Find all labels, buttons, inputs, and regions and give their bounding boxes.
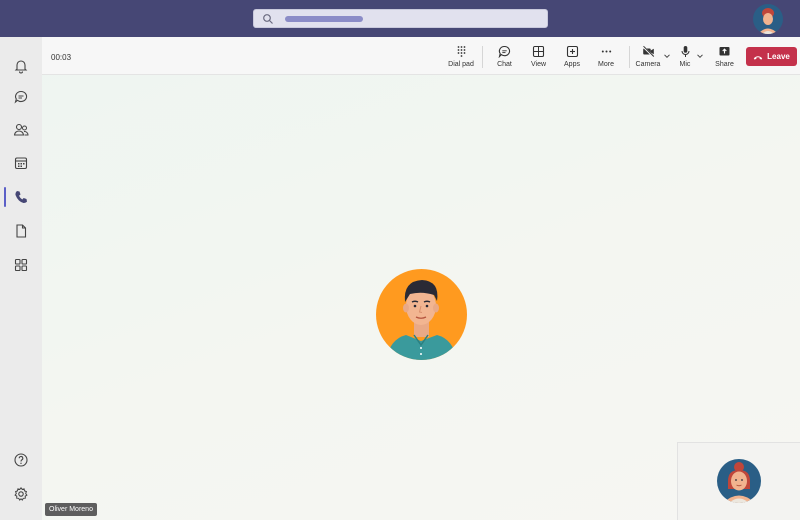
rail-item-calendar[interactable]: [0, 147, 42, 179]
app-rail: [0, 37, 42, 520]
apps-button[interactable]: Apps: [559, 41, 585, 71]
rail-item-files[interactable]: [0, 215, 42, 247]
profile-avatar[interactable]: [753, 4, 783, 34]
camera-label: Camera: [635, 61, 661, 68]
dialpad-label: Dial pad: [448, 61, 474, 68]
search-icon: [263, 14, 273, 24]
apps-label: Apps: [564, 61, 580, 68]
mic-label: Mic: [679, 61, 691, 68]
apps-icon: [14, 258, 28, 272]
dialpad-icon: [457, 46, 465, 57]
rail-item-teams[interactable]: [0, 114, 42, 146]
man-avatar-illustration-icon: [386, 280, 457, 360]
add-app-icon: [566, 45, 578, 58]
toolbar-divider: [629, 46, 630, 68]
chat-label: Chat: [497, 61, 512, 68]
calendar-icon: [14, 157, 28, 170]
rail-item-chat[interactable]: [0, 81, 42, 113]
people-icon: [13, 123, 29, 136]
help-icon: [14, 453, 28, 467]
view-button[interactable]: View: [526, 41, 551, 71]
settings-icon: [14, 486, 28, 501]
rail-item-settings[interactable]: [0, 478, 42, 510]
self-view-tile[interactable]: [677, 442, 800, 520]
woman-avatar-illustration-icon: [723, 462, 755, 503]
more-button[interactable]: More: [593, 41, 619, 71]
search-input[interactable]: [282, 11, 532, 27]
camera-button[interactable]: Camera: [634, 41, 662, 71]
remote-participant-avatar: [376, 269, 467, 360]
view-label: View: [530, 61, 547, 68]
bell-icon: [14, 60, 28, 74]
leave-button[interactable]: Leave: [746, 47, 797, 66]
chat-button[interactable]: Chat: [492, 41, 517, 71]
call-stage: 00:03 Dial pad Chat View Apps More Camer…: [42, 37, 800, 520]
self-avatar: [717, 459, 761, 503]
camera-off-icon: [641, 45, 654, 58]
file-icon: [16, 224, 27, 238]
rail-item-activity[interactable]: [0, 50, 42, 82]
rail-item-calls[interactable]: [0, 181, 42, 213]
call-toolbar: 00:03 Dial pad Chat View Apps More Camer…: [42, 37, 800, 75]
dialpad-button[interactable]: Dial pad: [446, 41, 476, 71]
share-label: Share: [715, 61, 734, 68]
camera-options-chevron-icon[interactable]: [663, 52, 671, 60]
microphone-icon: [681, 46, 689, 57]
user-avatar-icon: [758, 8, 778, 34]
more-options-icon: [601, 50, 611, 53]
more-label: More: [598, 61, 614, 68]
rail-item-help[interactable]: [0, 444, 42, 476]
search-box[interactable]: [253, 9, 548, 28]
participant-name-tag: Oliver Moreno: [45, 503, 97, 516]
mic-options-chevron-icon[interactable]: [696, 52, 704, 60]
hang-up-icon: [753, 55, 763, 60]
title-bar: [0, 0, 800, 37]
rail-item-apps[interactable]: [0, 249, 42, 281]
call-timer: 00:03: [51, 53, 72, 62]
leave-label: Leave: [767, 52, 790, 61]
toolbar-divider: [482, 46, 483, 68]
chat-icon: [14, 90, 28, 104]
mic-button[interactable]: Mic: [674, 41, 696, 71]
chat-icon: [498, 45, 511, 58]
grid-view-icon: [532, 45, 545, 58]
share-button[interactable]: Share: [712, 41, 737, 71]
phone-icon: [15, 191, 27, 204]
share-screen-icon: [719, 47, 730, 56]
